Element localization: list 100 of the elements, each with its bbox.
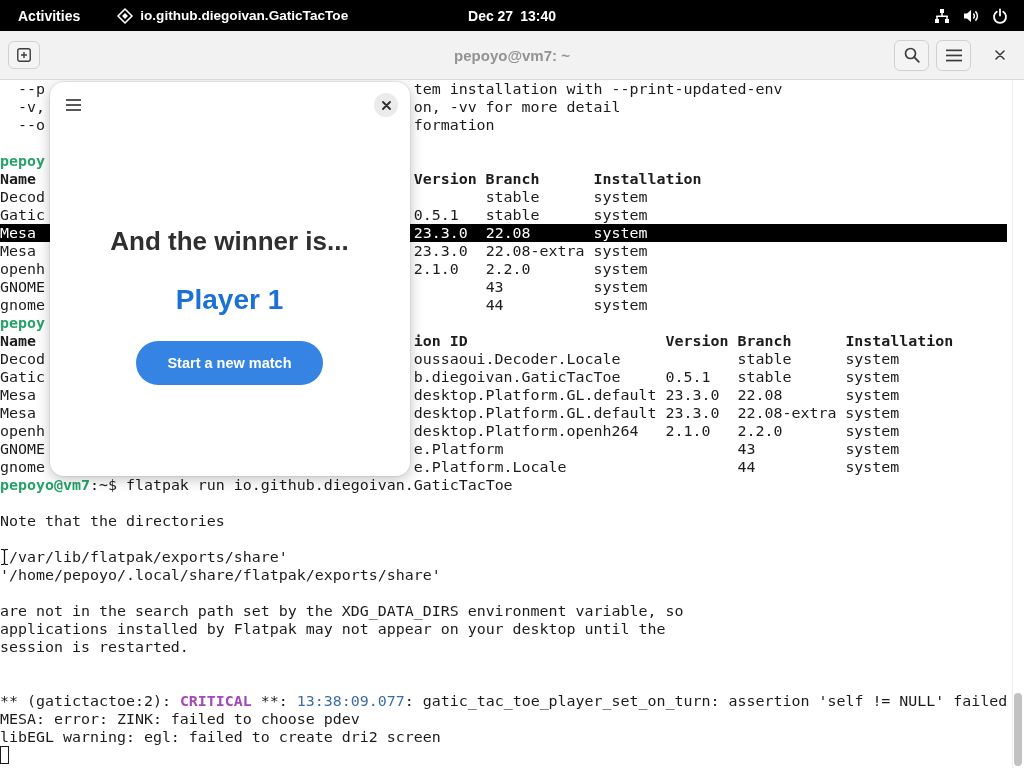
terminal-text: : gatic_tac_toe_player_set_on_turn: assertion 'self != NULL' failed xyxy=(404,692,1008,710)
terminal-text: openh xyxy=(0,422,45,440)
terminal-text: Note that the directories xyxy=(0,512,225,530)
terminal-text: 43 xyxy=(737,440,756,458)
new-match-button[interactable]: Start a new match xyxy=(136,341,323,385)
menu-button[interactable] xyxy=(936,39,971,71)
terminal-text: formation xyxy=(413,116,495,134)
new-tab-button[interactable] xyxy=(8,41,40,69)
terminal-text: system xyxy=(845,440,900,458)
power-icon xyxy=(992,7,1008,24)
terminal-text: system xyxy=(593,296,648,314)
terminal-text: system xyxy=(845,422,900,440)
terminal-text: Name xyxy=(0,332,36,350)
terminal-text: desktop.Platform.GL.default 23.3.0 xyxy=(413,386,720,404)
terminal-text: 22.08 xyxy=(737,386,783,404)
terminal-text: Mesa xyxy=(0,224,36,242)
terminal-text: 44 xyxy=(737,458,756,476)
terminal-text: Decod xyxy=(0,188,45,206)
terminal-text: 22.08 xyxy=(485,224,531,242)
terminal-text: 43 xyxy=(485,278,504,296)
terminal-text: 2.1.0 xyxy=(665,422,711,440)
terminal-text: Gatic xyxy=(0,368,45,386)
terminal-text: system xyxy=(593,224,648,242)
terminal-text: Version Branch xyxy=(665,332,792,350)
terminal-text: system xyxy=(845,458,900,476)
terminal-text: system xyxy=(593,188,648,206)
prompt-text: pepoy xyxy=(0,152,45,170)
terminal-text: --p xyxy=(18,80,45,98)
terminal-text: tem installation with --print-updated-env xyxy=(413,80,783,98)
winner-name: Player 1 xyxy=(175,283,284,317)
terminal-text: system xyxy=(593,260,648,278)
terminal-text: stable xyxy=(485,188,540,206)
network-icon xyxy=(934,7,950,24)
terminal-text: Mesa xyxy=(0,404,36,422)
terminal-text: 44 xyxy=(485,296,504,314)
terminal-text: stable xyxy=(737,368,792,386)
terminal-text: stable xyxy=(737,350,792,368)
terminal-text: 0.5.1 xyxy=(413,206,459,224)
close-icon xyxy=(381,100,391,110)
terminal-text: gnome xyxy=(0,296,45,314)
terminal-text: stable xyxy=(485,206,540,224)
terminal-text: Installation xyxy=(845,332,954,350)
terminal-text: e.Platform xyxy=(413,440,504,458)
terminal-text: 13:38:09.077 xyxy=(296,692,405,710)
terminal-text: GNOME xyxy=(0,440,45,458)
terminal-text: :~$ flatpak run io.github.diegoivan.GaticTacToe xyxy=(89,476,513,494)
terminal-text: ion ID xyxy=(413,332,468,350)
scrollbar-track[interactable] xyxy=(1012,80,1024,768)
terminal-text: Mesa xyxy=(0,242,36,260)
terminal-text: Mesa xyxy=(0,386,36,404)
terminal-text: are not in the search path set by the XDG_DATA_DIRS environment variable, so xyxy=(0,602,684,620)
prompt-text: pepoyo@vm7 xyxy=(0,476,90,494)
menu-icon xyxy=(65,99,81,111)
terminal-text: system xyxy=(593,206,648,224)
close-button[interactable] xyxy=(374,93,398,117)
block-cursor-icon xyxy=(0,746,9,764)
result-heading: And the winner is... xyxy=(110,225,349,257)
app-menu-button[interactable]: io.github.diegoivan.GaticTacToe xyxy=(107,2,359,29)
scrollbar-thumb[interactable] xyxy=(1014,693,1022,766)
window-title: pepoyo@vm7: ~ xyxy=(454,46,570,64)
terminal-text: **: xyxy=(260,692,288,710)
terminal-text: gnome xyxy=(0,458,45,476)
terminal-text: system xyxy=(845,350,900,368)
terminal-text: MESA: error: ZINK: failed to choose pdev xyxy=(0,710,360,728)
activities-button[interactable]: Activities xyxy=(8,2,91,29)
terminal-text: --o xyxy=(18,116,45,134)
terminal-view[interactable] xyxy=(0,80,1024,768)
terminal-text: openh xyxy=(0,260,45,278)
clock-button[interactable]: Dec 27 13:40 xyxy=(458,2,566,29)
terminal-text: /var/lib/flatpak/exports/share' xyxy=(9,548,288,566)
terminal-text: 23.3.0 xyxy=(413,242,468,260)
diamond-icon xyxy=(117,7,134,24)
terminal-text: '/home/pepoyo/.local/share/flatpak/exports/share' xyxy=(0,566,441,584)
prompt-text: pepoy xyxy=(0,314,45,332)
terminal-text: 2.1.0 xyxy=(413,260,459,278)
terminal-text: Name xyxy=(0,170,36,188)
terminal-text: 2.2.0 xyxy=(737,422,783,440)
terminal-text: system xyxy=(845,386,900,404)
terminal-text: desktop.Platform.GL.default 23.3.0 xyxy=(413,404,720,422)
terminal-text: ** (gatictactoe:2): xyxy=(0,692,171,710)
search-icon xyxy=(903,47,920,63)
search-button[interactable] xyxy=(894,39,929,71)
terminal-text: GNOME xyxy=(0,278,45,296)
plus-square-icon xyxy=(17,48,31,62)
terminal-text: libEGL warning: egl: failed to create dri2 screen xyxy=(0,728,441,746)
terminal-text: e.Platform.Locale xyxy=(413,458,567,476)
terminal-text: Version Branch xyxy=(413,170,540,188)
menu-icon xyxy=(945,48,962,62)
terminal-text: system xyxy=(593,278,648,296)
terminal-text: b.diegoivan.GaticTacToe xyxy=(413,368,621,386)
terminal-text: 22.08-extra system xyxy=(737,404,900,422)
terminal-text: 22.08-extra system xyxy=(485,242,648,260)
terminal-text: Installation xyxy=(593,170,702,188)
close-icon xyxy=(995,50,1005,60)
terminal-text: Decod xyxy=(0,350,45,368)
terminal-text: on, -vv for more detail xyxy=(413,98,621,116)
terminal-text: 23.3.0 xyxy=(413,224,468,242)
terminal-text: session is restarted. xyxy=(0,638,189,656)
terminal-text: 2.2.0 xyxy=(485,260,531,278)
terminal-text: desktop.Platform.openh264 xyxy=(413,422,639,440)
